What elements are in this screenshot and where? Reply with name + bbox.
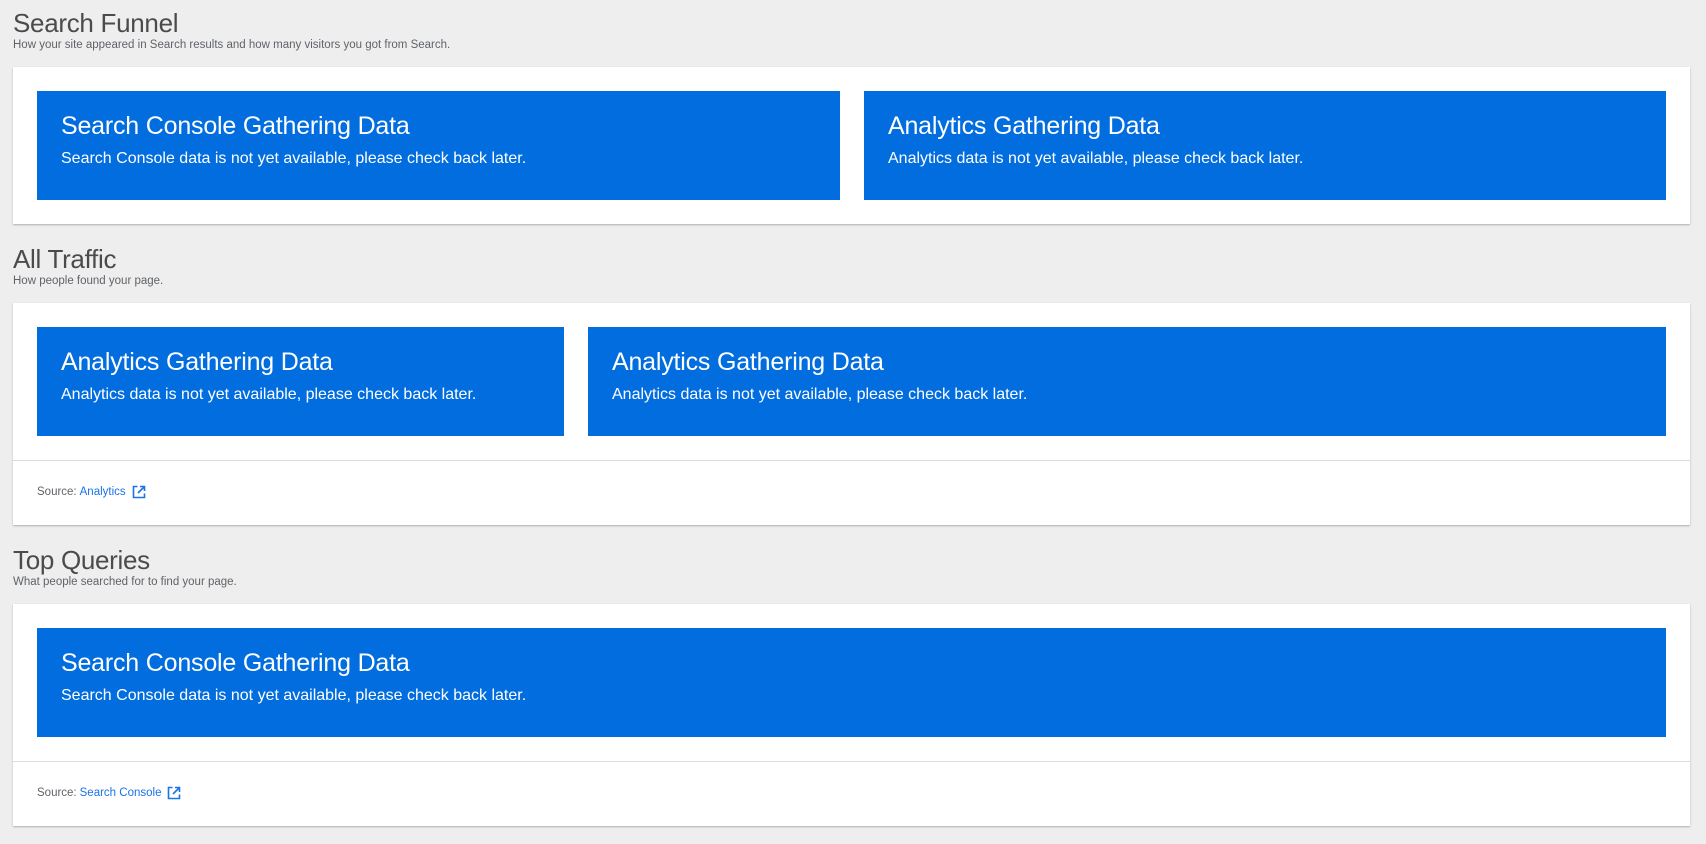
notice-title: Search Console Gathering Data	[61, 112, 410, 140]
analytics-notice: Analytics Gathering Data Analytics data …	[37, 327, 564, 436]
search-funnel-section: Search Funnel How your site appeared in …	[13, 8, 1690, 52]
analytics-source-link[interactable]: Analytics	[80, 486, 126, 498]
source-label: Source:	[37, 486, 77, 498]
notice-text: Analytics data is not yet available, ple…	[888, 150, 1304, 167]
search-funnel-card: Search Console Gathering Data Search Con…	[13, 67, 1690, 224]
analytics-notice: Analytics Gathering Data Analytics data …	[588, 327, 1666, 436]
search-console-source-link[interactable]: Search Console	[80, 787, 162, 799]
top-queries-section: Top Queries What people searched for to …	[13, 545, 1690, 589]
section-description-all-traffic: How people found your page.	[13, 275, 164, 287]
source-label: Source:	[37, 787, 77, 799]
notice-text: Search Console data is not yet available…	[61, 687, 527, 704]
notice-title: Analytics Gathering Data	[888, 112, 1160, 140]
notice-title: Analytics Gathering Data	[61, 348, 333, 376]
top-queries-card: Search Console Gathering Data Search Con…	[13, 604, 1690, 826]
notice-text: Analytics data is not yet available, ple…	[612, 386, 1028, 403]
section-description-top-queries: What people searched for to find your pa…	[13, 576, 237, 588]
card-divider	[13, 761, 1690, 762]
external-link-icon[interactable]	[132, 485, 146, 499]
notice-text: Analytics data is not yet available, ple…	[61, 386, 477, 403]
search-console-notice: Search Console Gathering Data Search Con…	[37, 628, 1666, 737]
notice-text: Search Console data is not yet available…	[61, 150, 527, 167]
card-divider	[13, 460, 1690, 461]
source-footer: Source: Analytics	[37, 485, 146, 499]
section-description-search-funnel: How your site appeared in Search results…	[13, 39, 451, 51]
search-console-notice: Search Console Gathering Data Search Con…	[37, 91, 840, 200]
external-link-icon[interactable]	[167, 786, 181, 800]
notice-title: Analytics Gathering Data	[612, 348, 884, 376]
source-footer: Source: Search Console	[37, 786, 181, 800]
section-title-all-traffic: All Traffic	[13, 244, 117, 274]
notice-title: Search Console Gathering Data	[61, 649, 410, 677]
all-traffic-section: All Traffic How people found your page.	[13, 244, 1690, 288]
section-title-top-queries: Top Queries	[13, 545, 150, 575]
section-title-search-funnel: Search Funnel	[13, 8, 179, 38]
analytics-notice: Analytics Gathering Data Analytics data …	[864, 91, 1666, 200]
dashboard-page: Search Funnel How your site appeared in …	[0, 0, 1706, 844]
all-traffic-card: Analytics Gathering Data Analytics data …	[13, 303, 1690, 525]
